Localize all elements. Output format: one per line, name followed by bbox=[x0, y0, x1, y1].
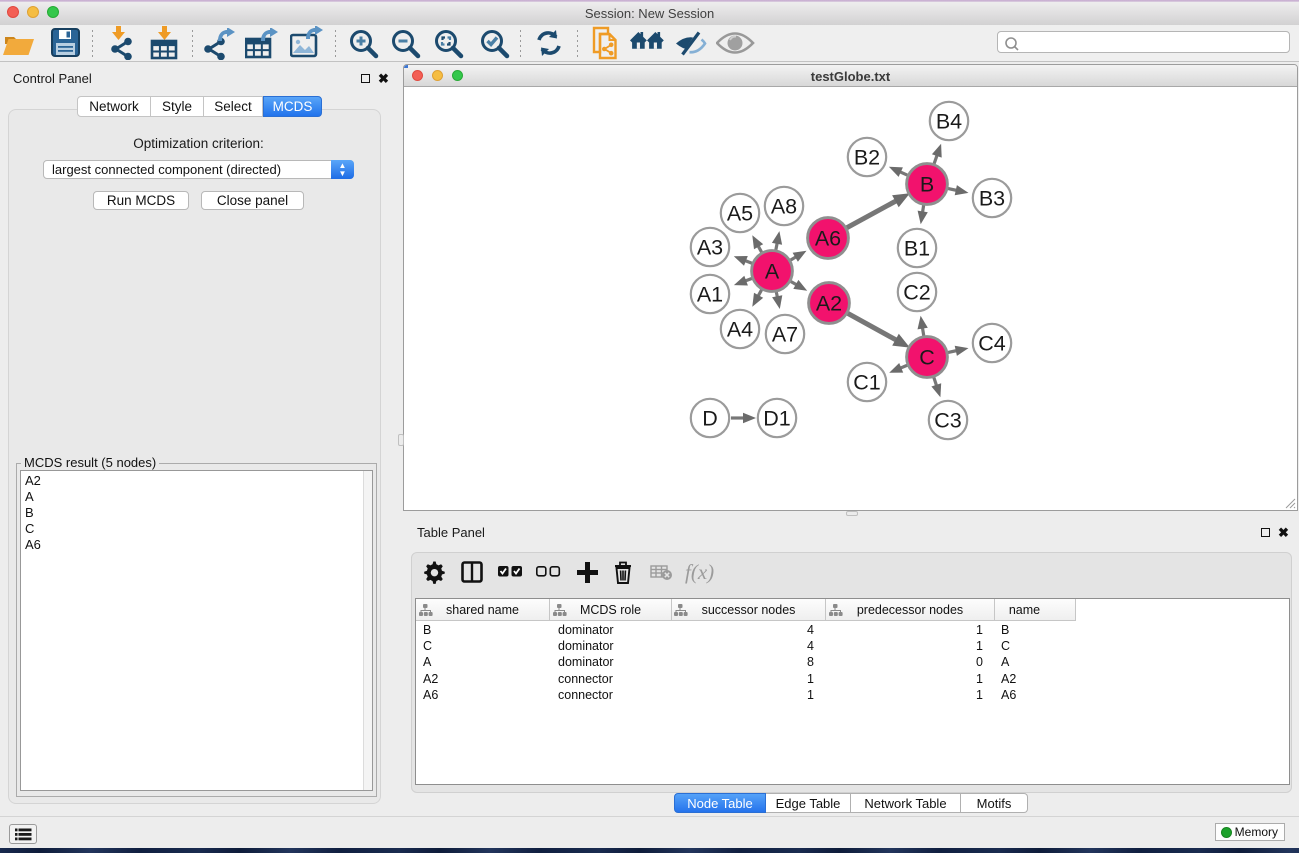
svg-text:A8: A8 bbox=[771, 195, 797, 219]
svg-text:C1: C1 bbox=[853, 371, 880, 395]
svg-text:A6: A6 bbox=[815, 227, 841, 251]
svg-text:B1: B1 bbox=[904, 237, 930, 261]
svg-text:C3: C3 bbox=[934, 409, 962, 433]
svg-text:A2: A2 bbox=[816, 292, 842, 316]
svg-text:A4: A4 bbox=[727, 318, 753, 342]
svg-text:C2: C2 bbox=[903, 281, 930, 305]
svg-text:A7: A7 bbox=[772, 323, 798, 347]
svg-text:B: B bbox=[920, 173, 934, 197]
svg-text:A3: A3 bbox=[697, 236, 723, 260]
svg-text:B3: B3 bbox=[979, 187, 1005, 211]
svg-text:B4: B4 bbox=[936, 110, 962, 134]
svg-text:C: C bbox=[919, 346, 935, 370]
svg-text:B2: B2 bbox=[854, 146, 880, 170]
svg-text:A5: A5 bbox=[727, 202, 753, 226]
svg-text:A: A bbox=[765, 260, 780, 284]
svg-text:C4: C4 bbox=[978, 332, 1006, 356]
svg-text:D1: D1 bbox=[763, 407, 790, 431]
svg-text:D: D bbox=[702, 407, 718, 431]
svg-text:A1: A1 bbox=[697, 283, 723, 307]
